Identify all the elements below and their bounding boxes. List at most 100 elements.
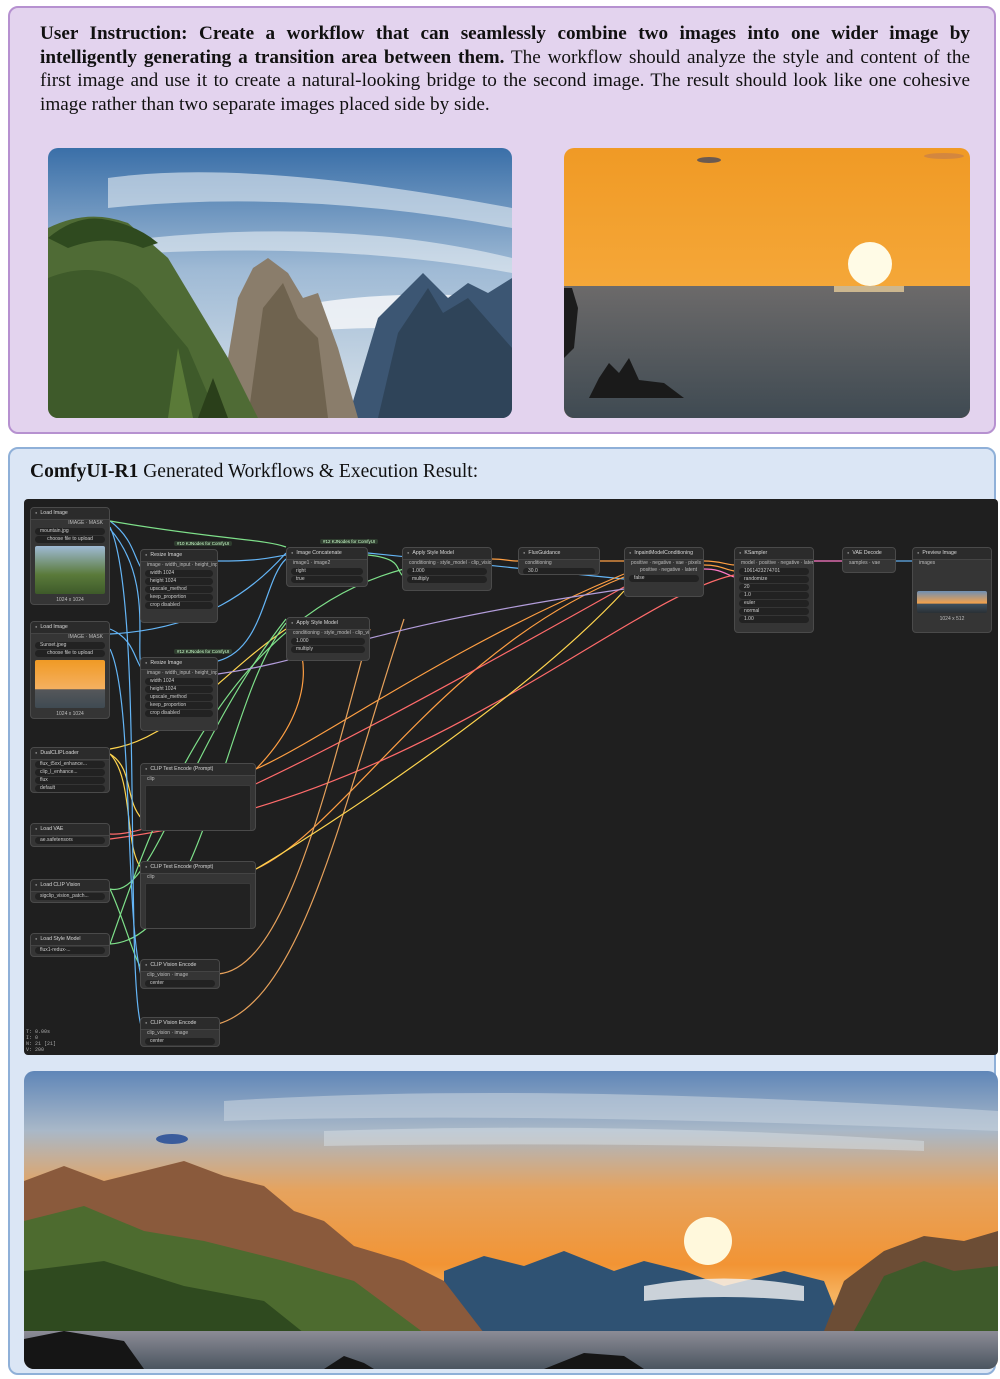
strength-widget[interactable]: 1.000	[291, 638, 365, 645]
node-title: Load CLIP Vision	[31, 880, 109, 892]
node-title: CLIP Text Encode (Prompt)	[141, 764, 255, 776]
node-clip-text-encode-2[interactable]: #3 CLIP Text Encode (Prompt) clip	[140, 861, 256, 929]
node-clip-text-encode-1[interactable]: #8 CLIP Text Encode (Prompt) clip	[140, 763, 256, 831]
prompt-textarea[interactable]	[145, 883, 251, 928]
node-load-style-model[interactable]: #7 Load Style Model flux1-redux-...	[30, 933, 110, 957]
seed-widget[interactable]: 1061423274701	[739, 568, 809, 575]
node-title: Apply Style Model	[287, 618, 369, 630]
node-dual-clip-loader[interactable]: #4 DualCLIPLoader flux_t5xxl_enhance... …	[30, 747, 110, 793]
node-title: CLIP Text Encode (Prompt)	[141, 862, 255, 874]
height-widget[interactable]: height 1024	[145, 578, 213, 585]
node-title: Image Concatenate	[287, 548, 367, 560]
node-apply-style-model-2[interactable]: #13 Apply Style Model conditioning · sty…	[286, 617, 370, 661]
node-title: VAE Decode	[843, 548, 895, 560]
node-ksampler[interactable]: #9 KSampler model · positive · negative …	[734, 547, 814, 633]
width-widget[interactable]: width 1024	[145, 678, 213, 685]
instruction-panel: User Instruction: Create a workflow that…	[8, 6, 996, 434]
denoise-widget[interactable]: 1.00	[739, 616, 809, 623]
node-title: FluxGuidance	[519, 548, 599, 560]
match-size-widget[interactable]: true	[291, 576, 363, 583]
result-title: ComfyUI-R1 Generated Workflows & Executi…	[30, 461, 479, 482]
input-slots: images	[919, 560, 936, 566]
keep-proportion-widget[interactable]: keep_proportion	[145, 702, 213, 709]
input-image-sunset	[564, 148, 970, 418]
clip-vision-name-widget[interactable]: sigclip_vision_patch...	[35, 893, 105, 900]
result-image	[24, 1071, 998, 1369]
prompt-textarea[interactable]	[145, 785, 251, 830]
strength-type-widget[interactable]: multiply	[407, 576, 487, 583]
upscale-method-widget[interactable]: upscale_method	[145, 694, 213, 701]
strength-type-widget[interactable]: multiply	[291, 646, 365, 653]
guidance-widget[interactable]: 30.0	[523, 568, 595, 574]
node-title: Resize Image	[141, 550, 217, 562]
input-slots: clip	[147, 874, 155, 880]
style-model-name-widget[interactable]: flux1-redux-...	[35, 947, 105, 954]
width-widget[interactable]: width 1024	[145, 570, 213, 577]
type-widget[interactable]: flux	[35, 777, 105, 784]
input-slots: conditioning · style_model · clip_vision	[293, 630, 370, 636]
workflow-canvas[interactable]: #1 Load Image IMAGE · MASK mountain.jpg …	[24, 499, 998, 1055]
input-slots: positive · negative · vae · pixels · mas…	[631, 560, 704, 566]
scheduler-widget[interactable]: normal	[739, 608, 809, 615]
node-clip-vision-encode-1[interactable]: #13 CLIP Vision Encode clip_vision · ima…	[140, 959, 220, 989]
height-widget[interactable]: height 1024	[145, 686, 213, 693]
steps-widget[interactable]: 20	[739, 584, 809, 591]
node-apply-style-model-1[interactable]: #15 Apply Style Model conditioning · sty…	[402, 547, 492, 591]
crop-widget[interactable]: center	[145, 980, 215, 987]
crop-widget[interactable]: crop disabled	[145, 710, 213, 717]
input-slots: model · positive · negative · latent	[741, 560, 814, 566]
image-size: 1024 x 1024	[56, 711, 84, 717]
cfg-widget[interactable]: 1.0	[739, 592, 809, 599]
noise-mask-widget[interactable]: false	[629, 575, 699, 582]
input-slots: conditioning	[525, 560, 552, 566]
node-title: DualCLIPLoader	[31, 748, 109, 760]
control-widget[interactable]: randomize	[739, 576, 809, 583]
node-title: Load Image	[31, 508, 109, 520]
node-load-image-2[interactable]: #2 Load Image IMAGE · MASK Sunset.jpeg c…	[30, 621, 110, 719]
image-thumbnail	[35, 546, 105, 594]
node-load-vae[interactable]: #5 Load VAE ae.safetensors	[30, 823, 110, 847]
node-preview-image[interactable]: #21 Preview Image images 1024 x 512	[912, 547, 992, 633]
node-badge: #12 KJNodes for ComfyUI	[174, 649, 233, 654]
input-image-mountain	[48, 148, 512, 418]
upscale-method-widget[interactable]: upscale_method	[145, 586, 213, 593]
node-title: Load Style Model	[31, 934, 109, 946]
node-title: Load VAE	[31, 824, 109, 836]
node-title: CLIP Vision Encode	[141, 960, 219, 972]
output-slots: IMAGE · MASK	[68, 520, 103, 526]
vae-name-widget[interactable]: ae.safetensors	[35, 837, 105, 844]
image-size: 1024 x 512	[939, 616, 965, 622]
image-select[interactable]: Sunset.jpeg	[35, 642, 105, 649]
node-title: InpaintModelConditioning	[625, 548, 703, 560]
crop-widget[interactable]: center	[145, 1038, 215, 1045]
node-inpaint-model-conditioning[interactable]: #16 InpaintModelConditioning positive · …	[624, 547, 704, 597]
clip-name2-widget[interactable]: clip_l_enhance...	[35, 769, 105, 776]
sampler-widget[interactable]: euler	[739, 600, 809, 607]
direction-widget[interactable]: right	[291, 568, 363, 575]
node-title: KSampler	[735, 548, 813, 560]
keep-proportion-widget[interactable]: keep_proportion	[145, 594, 213, 601]
input-slots: image · width_input · height_input	[147, 670, 218, 676]
crop-widget[interactable]: crop disabled	[145, 602, 213, 609]
node-resize-image-2[interactable]: Resize Image image · width_input · heigh…	[140, 657, 218, 731]
upload-button[interactable]: choose file to upload	[35, 536, 105, 543]
input-slots: image · width_input · height_input	[147, 562, 218, 568]
node-image-concatenate[interactable]: Image Concatenate image1 · image2 right …	[286, 547, 368, 587]
upload-button[interactable]: choose file to upload	[35, 650, 105, 657]
node-load-clip-vision[interactable]: #6 Load CLIP Vision sigclip_vision_patch…	[30, 879, 110, 903]
node-clip-vision-encode-2[interactable]: #14 CLIP Vision Encode clip_vision · ima…	[140, 1017, 220, 1047]
node-badge: #10 KJNodes for ComfyUI	[174, 541, 233, 546]
device-widget[interactable]: default	[35, 785, 105, 792]
clip-name1-widget[interactable]: flux_t5xxl_enhance...	[35, 761, 105, 768]
image-select[interactable]: mountain.jpg	[35, 528, 105, 535]
node-load-image-1[interactable]: #1 Load Image IMAGE · MASK mountain.jpg …	[30, 507, 110, 605]
node-title: Apply Style Model	[403, 548, 491, 560]
node-title: Load Image	[31, 622, 109, 634]
node-flux-guidance[interactable]: #17 FluxGuidance conditioning 30.0	[518, 547, 600, 575]
node-vae-decode[interactable]: #20 VAE Decode samples · vae	[842, 547, 896, 573]
strength-widget[interactable]: 1.000	[407, 568, 487, 575]
output-slots: IMAGE · MASK	[68, 634, 103, 640]
node-resize-image-1[interactable]: Resize Image image · width_input · heigh…	[140, 549, 218, 623]
input-slots: samples · vae	[849, 560, 881, 566]
input-slots: clip	[147, 776, 155, 782]
